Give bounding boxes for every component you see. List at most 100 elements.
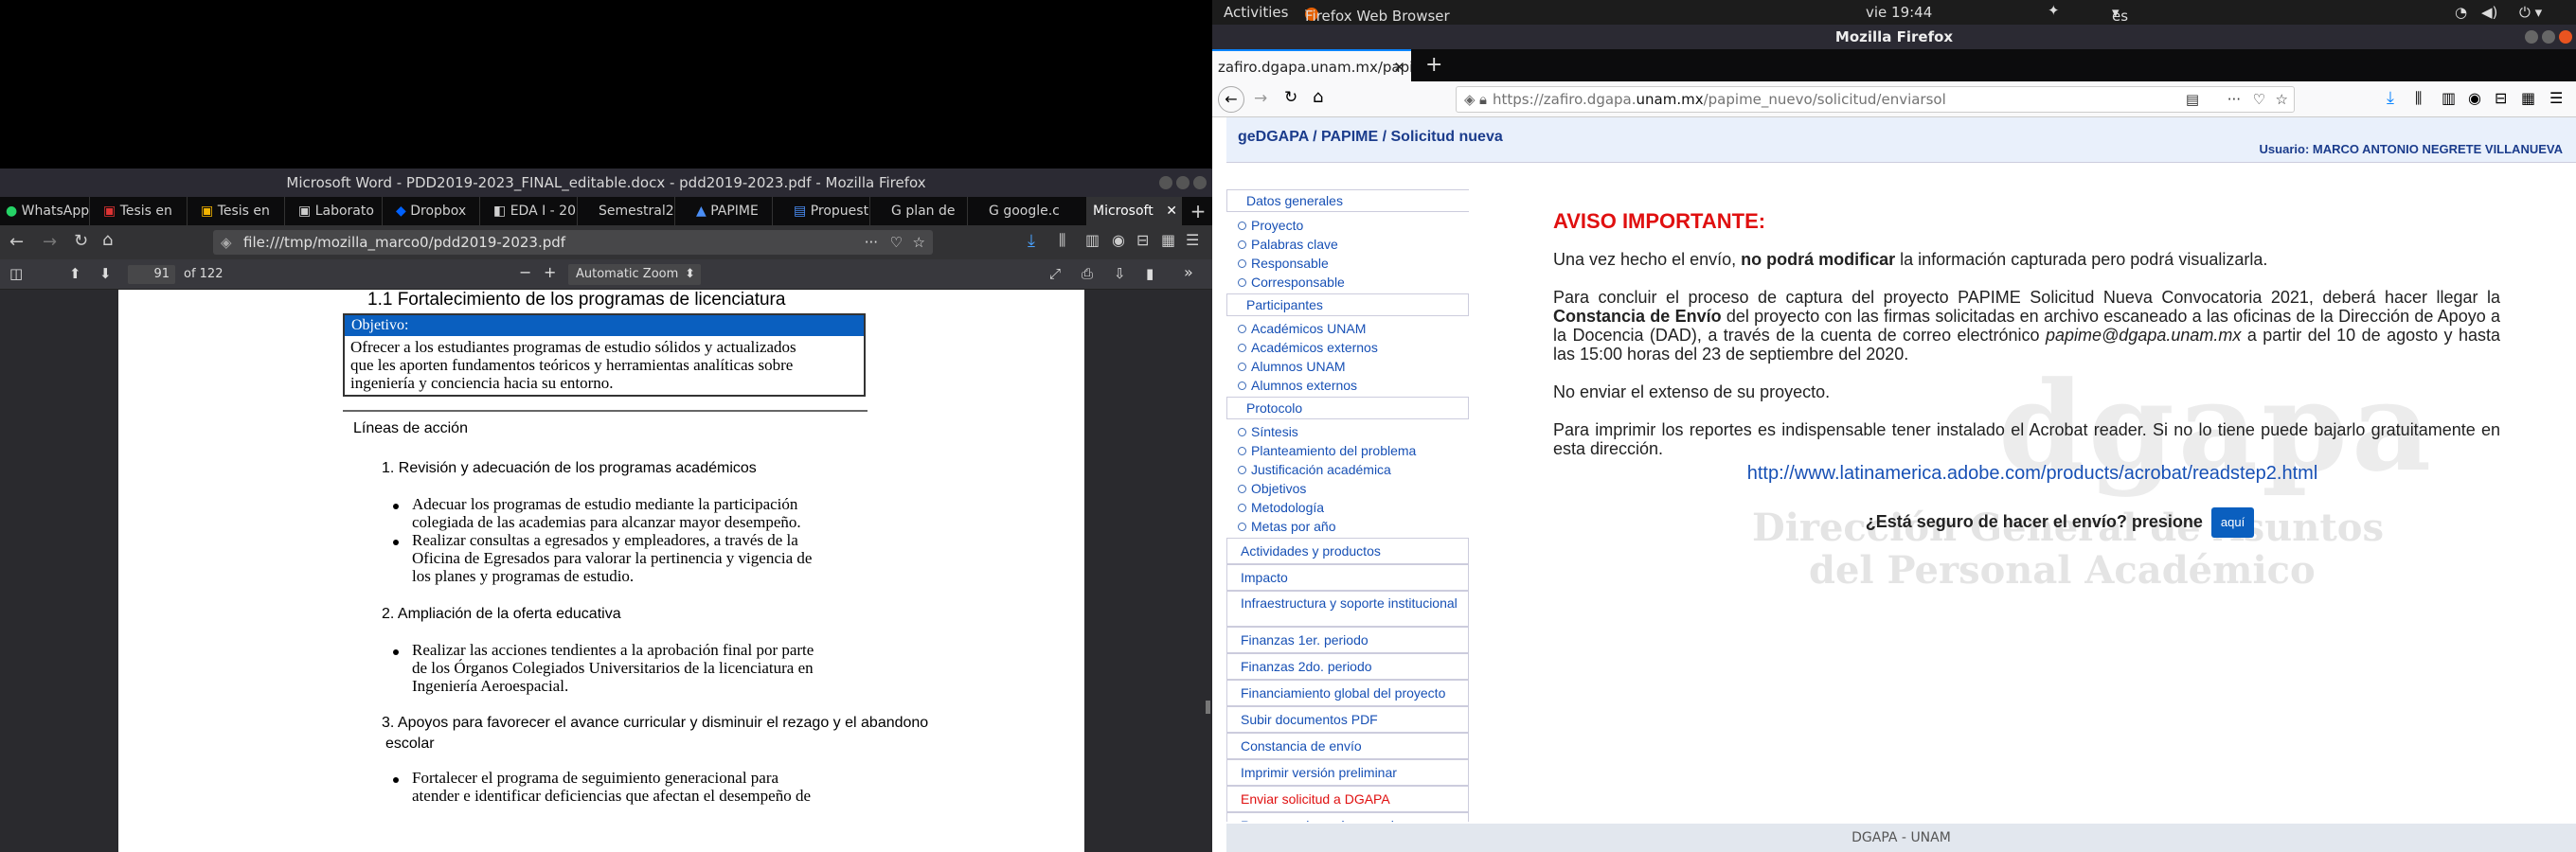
forward-icon[interactable]: → — [1254, 89, 1267, 108]
new-tab-button[interactable]: + — [1425, 49, 1442, 81]
bookmark-icon[interactable]: ▮ — [1146, 265, 1154, 282]
menu-icon[interactable]: ☰ — [1186, 231, 1199, 249]
language-indicator[interactable]: es ▾ — [2112, 4, 2128, 25]
left-url-bar[interactable]: ◈ file:///tmp/mozilla_marco0/pdd2019-202… — [213, 230, 933, 255]
close-tab-icon[interactable]: ✕ — [1166, 197, 1177, 225]
tab-microsoft-active[interactable]: Microsoft ✕ — [1087, 197, 1182, 225]
tab-tesis-2[interactable]: ▣ Tesis en — [195, 197, 285, 225]
tools-icon[interactable]: » — [1184, 263, 1193, 281]
extension-icon[interactable]: ▦ — [1161, 231, 1175, 249]
zoom-in-icon[interactable]: + — [544, 263, 556, 281]
pocket-icon[interactable]: ♡ — [2253, 87, 2265, 112]
container-icon[interactable]: ⊟ — [2495, 89, 2507, 107]
menu-academicos-externos[interactable]: Académicos externos — [1238, 338, 1469, 357]
power-icon[interactable]: ⏻ ▾ — [2519, 4, 2542, 21]
menu-palabras-clave[interactable]: Palabras clave — [1238, 235, 1469, 254]
minimize-button[interactable] — [1159, 176, 1172, 189]
reload-icon[interactable]: ↻ — [74, 231, 88, 251]
menu-alumnos-externos[interactable]: Alumnos externos — [1238, 376, 1469, 395]
tab-laboratorio[interactable]: ▣ Laborato — [293, 197, 383, 225]
resize-handle[interactable] — [1206, 701, 1210, 714]
pdf-viewer[interactable]: 1.1 Fortalecimiento de los programas de … — [0, 290, 1212, 852]
menu-justificacion[interactable]: Justificación académica — [1238, 460, 1469, 479]
library-icon[interactable]: ⫼ — [1059, 231, 1065, 250]
menu-sintesis[interactable]: Síntesis — [1238, 422, 1469, 441]
menu-regresar[interactable]: Regresar al menú general — [1226, 812, 1469, 822]
zoom-out-icon[interactable]: − — [519, 263, 531, 281]
activities-button[interactable]: Activities — [1224, 4, 1288, 21]
menu-enviar-solicitud[interactable]: Enviar solicitud a DGAPA — [1226, 786, 1469, 812]
account-icon[interactable]: ◉ — [2468, 89, 2481, 107]
app-menu[interactable]: Firefox Web Browser ▾ — [1305, 4, 1450, 25]
zoom-select[interactable]: Automatic Zoom ⬍ — [568, 264, 701, 285]
right-url-bar[interactable]: ◈ 🔒︎ https://zafiro.dgapa.unam.mx/papime… — [1456, 86, 2295, 113]
menu-objetivos[interactable]: Objetivos — [1238, 479, 1469, 498]
menu-finanzas-1[interactable]: Finanzas 1er. periodo — [1226, 627, 1469, 653]
page-actions-icon[interactable]: ··· — [865, 230, 878, 255]
sidebar-icon[interactable]: ▥ — [1085, 231, 1100, 249]
page-number-input[interactable]: 91 — [128, 265, 175, 284]
presentation-icon[interactable]: ⤢ — [1049, 265, 1061, 282]
reload-icon[interactable]: ↻ — [1284, 88, 1297, 107]
print-icon[interactable]: ⎙ — [1082, 265, 1093, 282]
menu-actividades[interactable]: Actividades y productos — [1226, 538, 1469, 564]
tab-zafiro-active[interactable]: zafiro.dgapa.unam.mx/papi ✕ — [1212, 49, 1411, 81]
next-page-icon[interactable]: ⬇ — [99, 265, 112, 282]
library-icon[interactable]: ⫼ — [2415, 89, 2422, 108]
bookmark-star-icon[interactable]: ☆ — [2276, 87, 2288, 112]
menu-financiamiento[interactable]: Financiamiento global del proyecto — [1226, 680, 1469, 706]
confirm-send-button[interactable]: aquí — [2210, 507, 2255, 538]
menu-academicos-unam[interactable]: Académicos UNAM — [1238, 319, 1469, 338]
clock[interactable]: vie 19:44 — [1866, 4, 1932, 21]
menu-planteamiento[interactable]: Planteamiento del problema — [1238, 441, 1469, 460]
extension-icon[interactable]: ▦ — [2521, 89, 2535, 107]
close-button[interactable] — [2559, 30, 2572, 44]
page-actions-icon[interactable]: ··· — [2227, 87, 2241, 112]
menu-datos-generales[interactable]: Datos generales — [1226, 189, 1469, 212]
menu-responsable[interactable]: Responsable — [1238, 254, 1469, 273]
container-icon[interactable]: ⊟ — [1136, 231, 1149, 249]
new-tab-button[interactable]: + — [1184, 197, 1212, 225]
menu-participantes[interactable]: Participantes — [1226, 293, 1469, 316]
network-icon[interactable]: ◔ — [2455, 4, 2467, 21]
menu-icon[interactable]: ☰ — [2549, 89, 2563, 107]
tab-dropbox[interactable]: ◆ Dropbox — [390, 197, 480, 225]
acrobat-link[interactable]: http://www.latinamerica.adobe.com/produc… — [1747, 463, 2318, 484]
forward-icon[interactable]: → — [43, 232, 57, 252]
menu-metas[interactable]: Metas por año — [1238, 517, 1469, 536]
tab-google[interactable]: G google.c — [975, 197, 1087, 225]
breadcrumb[interactable]: geDGAPA / PAPIME / Solicitud nueva — [1238, 129, 1503, 146]
save-icon[interactable]: ⇩ — [1114, 265, 1126, 282]
close-tab-icon[interactable]: ✕ — [1393, 51, 1405, 81]
tab-plan[interactable]: G plan de — [878, 197, 968, 225]
volume-icon[interactable]: ◀) — [2481, 4, 2497, 21]
sidebar-toggle-icon[interactable]: ◫ — [9, 265, 23, 282]
menu-subir-pdf[interactable]: Subir documentos PDF — [1226, 706, 1469, 733]
maximize-button[interactable] — [1176, 176, 1190, 189]
tab-semestral[interactable]: Semestral20 — [585, 197, 675, 225]
menu-corresponsable[interactable]: Corresponsable — [1238, 273, 1469, 292]
home-icon[interactable]: ⌂ — [102, 230, 113, 250]
menu-finanzas-2[interactable]: Finanzas 2do. periodo — [1226, 653, 1469, 680]
menu-infraestructura[interactable]: Infraestructura y soporte institucional — [1226, 591, 1469, 627]
menu-constancia[interactable]: Constancia de envío — [1226, 733, 1469, 759]
close-button[interactable] — [1193, 176, 1207, 189]
maximize-button[interactable] — [2542, 30, 2555, 44]
tab-whatsapp[interactable]: ● WhatsApp — [0, 197, 90, 225]
menu-protocolo[interactable]: Protocolo — [1226, 397, 1469, 419]
menu-alumnos-unam[interactable]: Alumnos UNAM — [1238, 357, 1469, 376]
sidebar-icon[interactable]: ▥ — [2442, 89, 2456, 107]
tab-eda[interactable]: ◧ EDA I - 20 — [488, 197, 578, 225]
tab-papime[interactable]: ▲ PAPIME — [683, 197, 773, 225]
app-tray-icon[interactable]: ✦ — [2048, 2, 2060, 19]
pocket-icon[interactable]: ♡ — [890, 230, 903, 255]
minimize-button[interactable] — [2525, 30, 2538, 44]
tab-propuesta[interactable]: ▤ Propuest — [780, 197, 870, 225]
back-icon[interactable]: ← — [9, 232, 24, 252]
back-icon[interactable]: ← — [1218, 86, 1244, 113]
menu-proyecto[interactable]: Proyecto — [1238, 216, 1469, 235]
downloads-icon[interactable]: ⤓ — [2387, 88, 2394, 108]
tab-tesis-1[interactable]: ▣ Tesis en — [98, 197, 188, 225]
downloads-icon[interactable]: ⤓ — [1028, 231, 1035, 251]
menu-metodologia[interactable]: Metodología — [1238, 498, 1469, 517]
